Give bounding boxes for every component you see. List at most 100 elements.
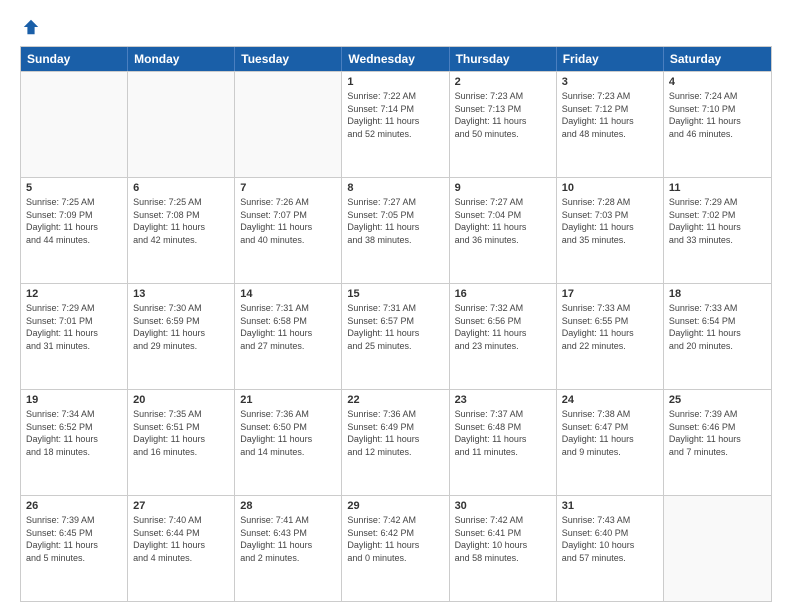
day-info: Sunrise: 7:24 AM Sunset: 7:10 PM Dayligh… xyxy=(669,90,766,140)
calendar: SundayMondayTuesdayWednesdayThursdayFrid… xyxy=(20,46,772,602)
day-info: Sunrise: 7:22 AM Sunset: 7:14 PM Dayligh… xyxy=(347,90,443,140)
day-number: 31 xyxy=(562,500,658,512)
cal-cell: 30 Sunrise: 7:42 AM Sunset: 6:41 PM Dayli… xyxy=(450,496,557,601)
day-number: 10 xyxy=(562,182,658,194)
day-number: 11 xyxy=(669,182,766,194)
cal-cell: 11 Sunrise: 7:29 AM Sunset: 7:02 PM Dayli… xyxy=(664,178,771,283)
cal-header-wednesday: Wednesday xyxy=(342,47,449,71)
cal-header-monday: Monday xyxy=(128,47,235,71)
day-number: 26 xyxy=(26,500,122,512)
day-info: Sunrise: 7:34 AM Sunset: 6:52 PM Dayligh… xyxy=(26,408,122,458)
day-number: 19 xyxy=(26,394,122,406)
day-number: 3 xyxy=(562,76,658,88)
cal-cell: 29 Sunrise: 7:42 AM Sunset: 6:42 PM Dayli… xyxy=(342,496,449,601)
cal-header-thursday: Thursday xyxy=(450,47,557,71)
day-info: Sunrise: 7:35 AM Sunset: 6:51 PM Dayligh… xyxy=(133,408,229,458)
day-info: Sunrise: 7:41 AM Sunset: 6:43 PM Dayligh… xyxy=(240,514,336,564)
day-number: 22 xyxy=(347,394,443,406)
day-number: 18 xyxy=(669,288,766,300)
cal-header-friday: Friday xyxy=(557,47,664,71)
day-number: 24 xyxy=(562,394,658,406)
day-number: 25 xyxy=(669,394,766,406)
day-number: 2 xyxy=(455,76,551,88)
day-info: Sunrise: 7:33 AM Sunset: 6:54 PM Dayligh… xyxy=(669,302,766,352)
header xyxy=(20,18,772,36)
day-number: 9 xyxy=(455,182,551,194)
day-info: Sunrise: 7:29 AM Sunset: 7:01 PM Dayligh… xyxy=(26,302,122,352)
day-number: 28 xyxy=(240,500,336,512)
day-number: 29 xyxy=(347,500,443,512)
cal-header-sunday: Sunday xyxy=(21,47,128,71)
cal-cell: 13 Sunrise: 7:30 AM Sunset: 6:59 PM Dayli… xyxy=(128,284,235,389)
day-number: 5 xyxy=(26,182,122,194)
cal-cell: 5 Sunrise: 7:25 AM Sunset: 7:09 PM Daylig… xyxy=(21,178,128,283)
cal-cell xyxy=(235,72,342,177)
page: SundayMondayTuesdayWednesdayThursdayFrid… xyxy=(0,0,792,612)
day-info: Sunrise: 7:43 AM Sunset: 6:40 PM Dayligh… xyxy=(562,514,658,564)
calendar-body: 1Sunrise: 7:22 AM Sunset: 7:14 PM Daylig… xyxy=(21,71,771,601)
cal-cell xyxy=(664,496,771,601)
day-info: Sunrise: 7:27 AM Sunset: 7:04 PM Dayligh… xyxy=(455,196,551,246)
calendar-header: SundayMondayTuesdayWednesdayThursdayFrid… xyxy=(21,47,771,71)
day-info: Sunrise: 7:38 AM Sunset: 6:47 PM Dayligh… xyxy=(562,408,658,458)
cal-cell: 10Sunrise: 7:28 AM Sunset: 7:03 PM Dayli… xyxy=(557,178,664,283)
day-info: Sunrise: 7:42 AM Sunset: 6:42 PM Dayligh… xyxy=(347,514,443,564)
day-info: Sunrise: 7:31 AM Sunset: 6:57 PM Dayligh… xyxy=(347,302,443,352)
cal-cell: 2 Sunrise: 7:23 AM Sunset: 7:13 PM Daylig… xyxy=(450,72,557,177)
day-number: 6 xyxy=(133,182,229,194)
cal-cell: 31 Sunrise: 7:43 AM Sunset: 6:40 PM Dayli… xyxy=(557,496,664,601)
day-info: Sunrise: 7:33 AM Sunset: 6:55 PM Dayligh… xyxy=(562,302,658,352)
day-info: Sunrise: 7:40 AM Sunset: 6:44 PM Dayligh… xyxy=(133,514,229,564)
day-number: 16 xyxy=(455,288,551,300)
cal-week-row: 19 Sunrise: 7:34 AM Sunset: 6:52 PM Dayli… xyxy=(21,389,771,495)
logo-icon xyxy=(22,18,40,36)
cal-cell: 19 Sunrise: 7:34 AM Sunset: 6:52 PM Dayli… xyxy=(21,390,128,495)
cal-cell: 12 Sunrise: 7:29 AM Sunset: 7:01 PM Dayli… xyxy=(21,284,128,389)
day-number: 20 xyxy=(133,394,229,406)
day-number: 21 xyxy=(240,394,336,406)
day-info: Sunrise: 7:23 AM Sunset: 7:12 PM Dayligh… xyxy=(562,90,658,140)
day-number: 8 xyxy=(347,182,443,194)
day-info: Sunrise: 7:39 AM Sunset: 6:45 PM Dayligh… xyxy=(26,514,122,564)
day-number: 15 xyxy=(347,288,443,300)
cal-cell: 21 Sunrise: 7:36 AM Sunset: 6:50 PM Dayli… xyxy=(235,390,342,495)
day-info: Sunrise: 7:26 AM Sunset: 7:07 PM Dayligh… xyxy=(240,196,336,246)
day-number: 14 xyxy=(240,288,336,300)
day-info: Sunrise: 7:25 AM Sunset: 7:08 PM Dayligh… xyxy=(133,196,229,246)
day-info: Sunrise: 7:39 AM Sunset: 6:46 PM Dayligh… xyxy=(669,408,766,458)
cal-week-row: 26 Sunrise: 7:39 AM Sunset: 6:45 PM Dayli… xyxy=(21,495,771,601)
cal-cell: 25 Sunrise: 7:39 AM Sunset: 6:46 PM Dayli… xyxy=(664,390,771,495)
cal-header-saturday: Saturday xyxy=(664,47,771,71)
cal-week-row: 1Sunrise: 7:22 AM Sunset: 7:14 PM Daylig… xyxy=(21,71,771,177)
day-number: 13 xyxy=(133,288,229,300)
cal-cell: 1Sunrise: 7:22 AM Sunset: 7:14 PM Daylig… xyxy=(342,72,449,177)
day-info: Sunrise: 7:32 AM Sunset: 6:56 PM Dayligh… xyxy=(455,302,551,352)
cal-cell: 26 Sunrise: 7:39 AM Sunset: 6:45 PM Dayli… xyxy=(21,496,128,601)
cal-cell: 9 Sunrise: 7:27 AM Sunset: 7:04 PM Daylig… xyxy=(450,178,557,283)
cal-cell: 3 Sunrise: 7:23 AM Sunset: 7:12 PM Daylig… xyxy=(557,72,664,177)
day-number: 4 xyxy=(669,76,766,88)
cal-cell: 18 Sunrise: 7:33 AM Sunset: 6:54 PM Dayli… xyxy=(664,284,771,389)
day-number: 12 xyxy=(26,288,122,300)
day-number: 7 xyxy=(240,182,336,194)
cal-week-row: 5 Sunrise: 7:25 AM Sunset: 7:09 PM Daylig… xyxy=(21,177,771,283)
logo xyxy=(20,18,40,36)
day-info: Sunrise: 7:23 AM Sunset: 7:13 PM Dayligh… xyxy=(455,90,551,140)
day-info: Sunrise: 7:25 AM Sunset: 7:09 PM Dayligh… xyxy=(26,196,122,246)
day-info: Sunrise: 7:36 AM Sunset: 6:50 PM Dayligh… xyxy=(240,408,336,458)
cal-cell: 6 Sunrise: 7:25 AM Sunset: 7:08 PM Daylig… xyxy=(128,178,235,283)
cal-cell: 17Sunrise: 7:33 AM Sunset: 6:55 PM Dayli… xyxy=(557,284,664,389)
day-info: Sunrise: 7:42 AM Sunset: 6:41 PM Dayligh… xyxy=(455,514,551,564)
cal-cell: 27Sunrise: 7:40 AM Sunset: 6:44 PM Dayli… xyxy=(128,496,235,601)
cal-cell: 20 Sunrise: 7:35 AM Sunset: 6:51 PM Dayli… xyxy=(128,390,235,495)
cal-cell: 28 Sunrise: 7:41 AM Sunset: 6:43 PM Dayli… xyxy=(235,496,342,601)
cal-cell: 24 Sunrise: 7:38 AM Sunset: 6:47 PM Dayli… xyxy=(557,390,664,495)
cal-cell: 15 Sunrise: 7:31 AM Sunset: 6:57 PM Dayli… xyxy=(342,284,449,389)
cal-cell xyxy=(128,72,235,177)
day-info: Sunrise: 7:29 AM Sunset: 7:02 PM Dayligh… xyxy=(669,196,766,246)
cal-cell: 4 Sunrise: 7:24 AM Sunset: 7:10 PM Daylig… xyxy=(664,72,771,177)
day-info: Sunrise: 7:30 AM Sunset: 6:59 PM Dayligh… xyxy=(133,302,229,352)
cal-cell: 23Sunrise: 7:37 AM Sunset: 6:48 PM Dayli… xyxy=(450,390,557,495)
day-number: 30 xyxy=(455,500,551,512)
day-number: 23 xyxy=(455,394,551,406)
